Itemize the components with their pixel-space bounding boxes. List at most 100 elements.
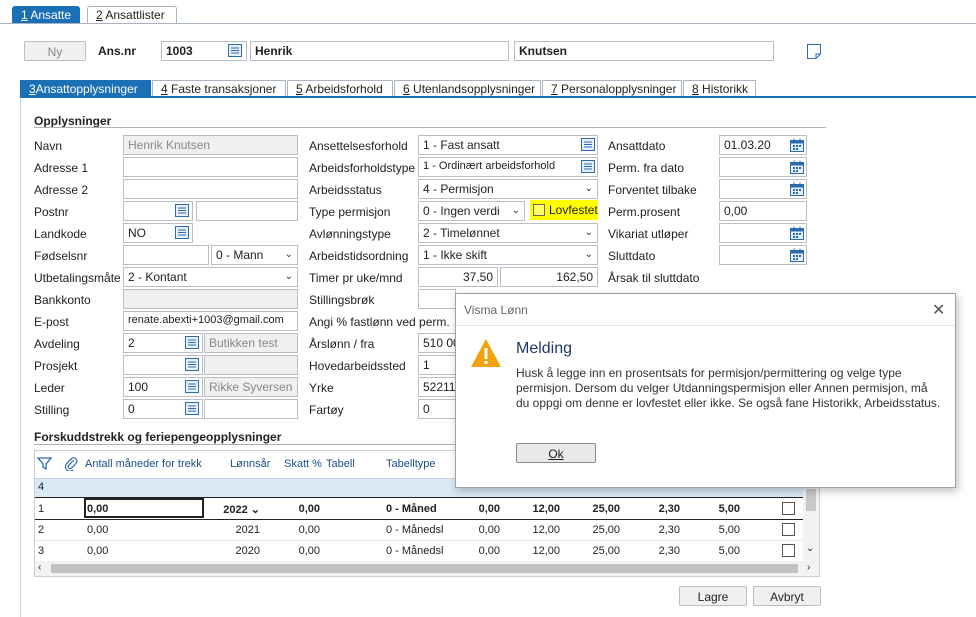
hovedarbeidssted-input[interactable]: 1 [418, 355, 456, 375]
cell-value[interactable]: 12,00 [505, 524, 560, 536]
calendar-icon[interactable] [790, 138, 805, 153]
cell-tabelltype[interactable]: 0 - Månedsl [386, 524, 444, 536]
last-name-input[interactable]: Knutsen [514, 41, 774, 61]
vertical-scrollbar[interactable]: ⌄ [803, 479, 819, 561]
list-lookup-icon[interactable] [228, 44, 243, 59]
tab-personalopplysninger[interactable]: 7 Personalopplysninger [542, 80, 682, 97]
lovfestet-checkbox[interactable] [533, 204, 545, 216]
cell-tabelltype[interactable]: 0 - Månedsl [386, 545, 444, 557]
cell-skatt[interactable]: 0,00 [270, 545, 320, 557]
scrollbar-thumb[interactable] [806, 489, 816, 511]
cell-skatt[interactable]: 0,00 [270, 503, 320, 515]
cell-value[interactable]: 2,30 [625, 503, 680, 515]
cell-value[interactable]: 5,00 [685, 524, 740, 536]
cell-tabelltype[interactable]: 0 - Måned [386, 503, 437, 515]
type-permisjon-select[interactable]: 0 - Ingen verdi ⌄ [418, 201, 525, 221]
col-header-months[interactable]: Antall måneder for trekk [85, 451, 203, 478]
cell-value[interactable]: 25,00 [565, 503, 620, 515]
cell-year[interactable]: 2021 [208, 524, 260, 536]
tab-utenlandsopplysninger[interactable]: 6 Utenlandsopplysninger [394, 80, 541, 97]
cell-value[interactable]: 12,00 [505, 503, 560, 515]
cell-year[interactable]: 2022 ⌄ [208, 503, 260, 516]
chevron-down-icon[interactable]: ⌄ [806, 543, 814, 554]
arbeidstidsordning-select[interactable]: 1 - Ikke skift ⌄ [418, 245, 598, 265]
scrollbar-thumb[interactable] [51, 564, 798, 573]
arbeidsforholdstype-input[interactable]: 1 - Ordinært arbeidsforhold [418, 157, 598, 177]
tab-faste-transaksjoner[interactable]: 4 Faste transaksjoner [152, 80, 286, 97]
cell-value[interactable]: 12,00 [505, 545, 560, 557]
yrke-input[interactable]: 522112 [418, 377, 456, 397]
utbetalingsmate-select[interactable]: 2 - Kontant ⌄ [123, 267, 298, 287]
tab-historikk[interactable]: 8 Historikk [683, 80, 756, 97]
cell-value[interactable]: 5,00 [685, 545, 740, 557]
cell-months[interactable]: 0,00 [87, 545, 108, 557]
list-lookup-icon[interactable] [185, 402, 200, 417]
col-header-skatt[interactable]: Skatt % [284, 451, 322, 478]
arslonn-input[interactable]: 510 00 [418, 333, 456, 353]
close-icon[interactable]: ✕ [932, 300, 945, 320]
attachment-icon[interactable] [64, 456, 78, 472]
tab-ansattopplysninger[interactable]: 3Ansattopplysninger [20, 80, 151, 97]
col-header-tabell[interactable]: Tabell [326, 451, 366, 478]
perm-prosent-input[interactable]: 0,00 [719, 201, 807, 221]
timer-uke-input[interactable]: 37,50 [418, 267, 498, 287]
adresse1-input[interactable] [123, 157, 298, 177]
list-lookup-icon[interactable] [185, 358, 200, 373]
cell-months[interactable]: 0,00 [87, 524, 108, 536]
calendar-icon[interactable] [790, 182, 805, 197]
list-lookup-icon[interactable] [175, 204, 190, 219]
list-lookup-icon[interactable] [581, 138, 596, 153]
epost-input[interactable]: renate.abexti+1003@gmail.com [123, 311, 298, 331]
note-icon[interactable] [806, 43, 822, 60]
row-checkbox[interactable] [782, 502, 795, 515]
fartoy-label: Fartøy [309, 403, 344, 417]
avlonningstype-select[interactable]: 2 - Timelønnet ⌄ [418, 223, 598, 243]
cell-value[interactable]: 5,00 [685, 503, 740, 515]
row-checkbox[interactable] [782, 523, 795, 536]
col-header-tabelltype[interactable]: Tabelltype [386, 451, 446, 478]
ok-button[interactable]: Ok [516, 443, 596, 463]
chevron-left-icon[interactable]: ‹ [38, 562, 41, 573]
stillingsbrok-input[interactable] [418, 289, 456, 309]
list-lookup-icon[interactable] [581, 160, 596, 175]
cell-value[interactable]: 25,00 [565, 524, 620, 536]
gender-select[interactable]: 0 - Mann ⌄ [211, 245, 298, 265]
adresse2-input[interactable] [123, 179, 298, 199]
cell-value[interactable]: 0,00 [450, 524, 500, 536]
filter-icon[interactable] [36, 456, 53, 471]
cell-value[interactable]: 2,30 [625, 524, 680, 536]
arbeidsstatus-select[interactable]: 4 - Permisjon ⌄ [418, 179, 598, 199]
list-lookup-icon[interactable] [185, 380, 200, 395]
stilling-name-input[interactable] [204, 399, 298, 419]
save-button[interactable]: Lagre [679, 586, 747, 606]
col-header-year[interactable]: Lønnsår [230, 451, 270, 478]
calendar-icon[interactable] [790, 226, 805, 241]
cell-value[interactable]: 0,00 [450, 545, 500, 557]
fartoy-input[interactable]: 0 [418, 399, 456, 419]
arbeidstidsordning-value: 1 - Ikke skift [423, 248, 488, 262]
cell-value[interactable]: 2,30 [625, 545, 680, 557]
poststed-input[interactable] [196, 201, 298, 221]
list-lookup-icon[interactable] [185, 336, 200, 351]
cell-value[interactable]: 0,00 [450, 503, 500, 515]
tab-ansatte[interactable]: 1 Ansatte [12, 6, 80, 24]
tab-arbeidsforhold[interactable]: 5 Arbeidsforhold [287, 80, 393, 97]
cancel-button[interactable]: Avbryt [753, 586, 821, 606]
tab-ansattlister[interactable]: 2 Ansattlister [87, 6, 177, 24]
calendar-icon[interactable] [790, 160, 805, 175]
cell-skatt[interactable]: 0,00 [270, 524, 320, 536]
new-button[interactable]: Ny [24, 41, 86, 61]
cell-months[interactable]: 0,00 [87, 503, 108, 515]
horizontal-scrollbar[interactable]: ‹ › [35, 561, 819, 576]
first-name-input[interactable]: Henrik [250, 41, 509, 61]
list-lookup-icon[interactable] [175, 226, 190, 241]
calendar-icon[interactable] [790, 248, 805, 263]
chevron-right-icon[interactable]: › [807, 562, 810, 573]
fodselsnr-input[interactable] [123, 245, 209, 265]
ansettelsesforhold-input[interactable]: 1 - Fast ansatt [418, 135, 598, 155]
cell-year[interactable]: 2020 [208, 545, 260, 557]
cell-value[interactable]: 25,00 [565, 545, 620, 557]
timer-mnd-input[interactable]: 162,50 [500, 267, 598, 287]
lovfestet-checkbox-area[interactable]: Lovfestet [530, 200, 598, 220]
row-checkbox[interactable] [782, 544, 795, 557]
